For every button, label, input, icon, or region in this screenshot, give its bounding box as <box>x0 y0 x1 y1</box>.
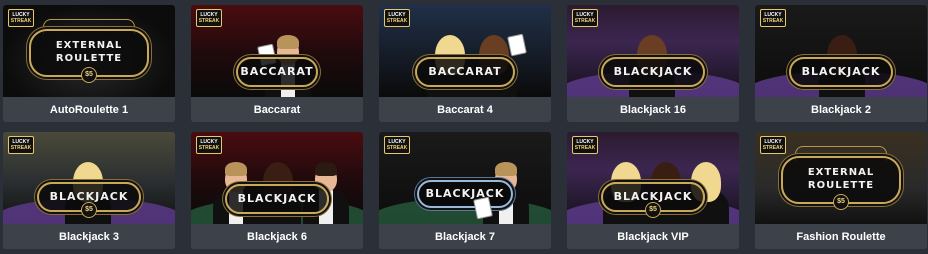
game-logo: BLACKJACK <box>789 57 893 87</box>
lucky-streak-badge: LUCKY STREAK <box>760 9 786 27</box>
lucky-streak-badge: LUCKY STREAK <box>572 136 598 154</box>
game-thumbnail: LUCKY STREAK BACCARAT <box>191 5 363 97</box>
game-title: Baccarat 4 <box>379 97 551 122</box>
game-title: Blackjack 3 <box>3 224 175 249</box>
game-thumbnail: LUCKY STREAK BLACKJACK $5 <box>3 132 175 224</box>
game-logo: BLACKJACK $5 <box>37 182 141 218</box>
game-card-autoroulette-1[interactable]: LUCKY STREAK EXTERNAL ROULETTE $5 AutoRou… <box>3 5 175 122</box>
game-logo: BLACKJACK <box>225 184 329 214</box>
lucky-streak-badge: LUCKY STREAK <box>196 136 222 154</box>
game-logo: BLACKJACK <box>417 180 513 208</box>
game-logo: BLACKJACK $5 <box>601 182 705 218</box>
game-card-baccarat-4[interactable]: LUCKY STREAK BACCARAT Baccarat 4 <box>379 5 551 122</box>
game-thumbnail: LUCKY STREAK BLACKJACK <box>191 132 363 224</box>
lucky-streak-badge: LUCKY STREAK <box>384 9 410 27</box>
game-title: Fashion Roulette <box>755 224 927 249</box>
game-logo: BACCARAT <box>236 57 318 87</box>
game-thumbnail: LUCKY STREAK EXTERNAL ROULETTE $5 <box>755 132 927 224</box>
game-title: Blackjack VIP <box>567 224 739 249</box>
game-thumbnail: LUCKY STREAK BLACKJACK <box>567 5 739 97</box>
game-card-blackjack-7[interactable]: LUCKY STREAK BLACKJACK Blackjack 7 <box>379 132 551 249</box>
game-card-blackjack-2[interactable]: LUCKY STREAK BLACKJACK Blackjack 2 <box>755 5 927 122</box>
game-title: Baccarat <box>191 97 363 122</box>
lucky-streak-badge: LUCKY STREAK <box>8 9 34 27</box>
game-card-fashion-roulette[interactable]: LUCKY STREAK EXTERNAL ROULETTE $5 Fashion… <box>755 132 927 249</box>
game-card-blackjack-16[interactable]: LUCKY STREAK BLACKJACK Blackjack 16 <box>567 5 739 122</box>
game-grid: LUCKY STREAK EXTERNAL ROULETTE $5 AutoRou… <box>3 5 927 249</box>
game-card-baccarat[interactable]: LUCKY STREAK BACCARAT Baccarat <box>191 5 363 122</box>
game-thumbnail: LUCKY STREAK BLACKJACK <box>379 132 551 224</box>
game-logo: EXTERNAL ROULETTE $5 <box>29 29 149 83</box>
lucky-streak-badge: LUCKY STREAK <box>760 136 786 154</box>
game-title: Blackjack 6 <box>191 224 363 249</box>
game-logo: EXTERNAL ROULETTE $5 <box>781 156 901 210</box>
game-title: Blackjack 16 <box>567 97 739 122</box>
game-thumbnail: LUCKY STREAK BLACKJACK <box>755 5 927 97</box>
game-logo: BACCARAT <box>415 57 515 87</box>
lucky-streak-badge: LUCKY STREAK <box>384 136 410 154</box>
game-thumbnail: LUCKY STREAK EXTERNAL ROULETTE $5 <box>3 5 175 97</box>
lucky-streak-badge: LUCKY STREAK <box>572 9 598 27</box>
game-title: Blackjack 2 <box>755 97 927 122</box>
game-logo: BLACKJACK <box>601 57 705 87</box>
lucky-streak-badge: LUCKY STREAK <box>8 136 34 154</box>
lucky-streak-badge: LUCKY STREAK <box>196 9 222 27</box>
game-thumbnail: LUCKY STREAK BLACKJACK $5 <box>567 132 739 224</box>
game-thumbnail: LUCKY STREAK BACCARAT <box>379 5 551 97</box>
game-card-blackjack-vip[interactable]: LUCKY STREAK BLACKJACK $5 Blackjack VIP <box>567 132 739 249</box>
game-card-blackjack-6[interactable]: LUCKY STREAK BLACKJACK Blackjack 6 <box>191 132 363 249</box>
game-title: Blackjack 7 <box>379 224 551 249</box>
game-card-blackjack-3[interactable]: LUCKY STREAK BLACKJACK $5 Blackjack 3 <box>3 132 175 249</box>
game-title: AutoRoulette 1 <box>3 97 175 122</box>
